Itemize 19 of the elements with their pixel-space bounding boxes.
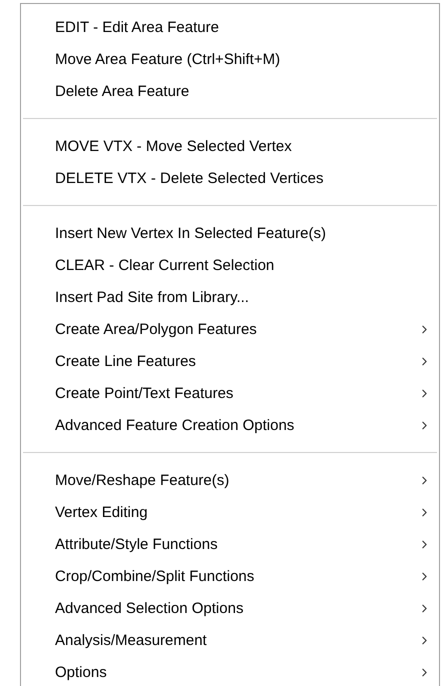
menu-item[interactable]: Move/Reshape Feature(s) [21, 464, 439, 496]
menu-item[interactable]: Crop/Combine/Split Functions [21, 560, 439, 592]
menu-item[interactable]: Delete Area Feature [21, 75, 439, 107]
menu-item[interactable]: CLEAR - Clear Current Selection [21, 249, 439, 281]
menu-item[interactable]: Insert New Vertex In Selected Feature(s) [21, 217, 439, 249]
menu-item[interactable]: Create Line Features [21, 345, 439, 377]
menu-item[interactable]: Advanced Selection Options [21, 592, 439, 624]
menu-item[interactable]: DELETE VTX - Delete Selected Vertices [21, 162, 439, 194]
menu-item[interactable]: Vertex Editing [21, 496, 439, 528]
menu-item[interactable]: Insert Pad Site from Library... [21, 281, 439, 313]
menu-item[interactable]: MOVE VTX - Move Selected Vertex [21, 130, 439, 162]
menu-item[interactable]: Create Point/Text Features [21, 377, 439, 409]
menu-item[interactable]: Advanced Feature Creation Options [21, 409, 439, 441]
menu-item[interactable]: Analysis/Measurement [21, 624, 439, 656]
menu-item[interactable]: Create Area/Polygon Features [21, 313, 439, 345]
menu-item[interactable]: Options [21, 656, 439, 686]
menu-item[interactable]: Move Area Feature (Ctrl+Shift+M) [21, 43, 439, 75]
menu-item[interactable]: EDIT - Edit Area Feature [21, 11, 439, 43]
menu-item[interactable]: Attribute/Style Functions [21, 528, 439, 560]
